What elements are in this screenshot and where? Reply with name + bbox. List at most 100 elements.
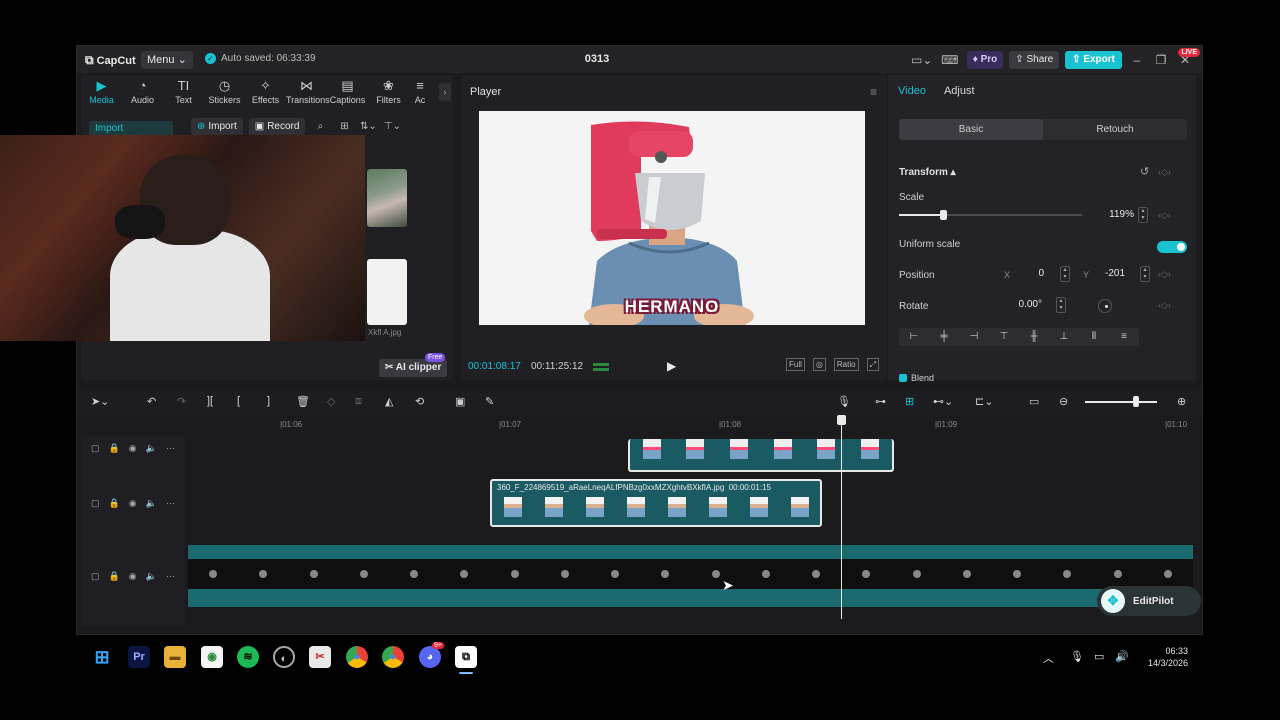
zoom-slider-handle[interactable] [1133,396,1139,407]
select-tool-icon[interactable]: ➤⌄ [91,395,109,408]
rotate-input[interactable]: 0.00° [1000,296,1042,314]
eye-icon[interactable]: ◉ [129,571,137,582]
segment-basic[interactable]: Basic [899,119,1043,140]
mirror-icon[interactable]: ◭ [385,395,393,408]
audio-icon[interactable]: 🔈 [146,498,157,509]
lock-icon[interactable]: 🔒 [109,498,120,509]
filter-icon[interactable]: ⊤⌄ [383,118,401,136]
align-bottom-icon[interactable]: ⊥ [1049,328,1079,346]
playhead[interactable] [841,419,842,619]
tab-media[interactable]: ▶ Media [81,75,122,109]
blend-section[interactable]: Blend [899,373,934,383]
playhead-handle[interactable] [837,415,846,425]
uniform-scale-toggle[interactable] [1157,241,1187,253]
segment-retouch[interactable]: Retouch [1043,119,1187,140]
export-button[interactable]: ⇧ Export [1065,50,1122,69]
rotate-dial[interactable] [1098,299,1112,313]
minimize-icon[interactable]: – [1128,53,1146,67]
tab-captions[interactable]: ▤ Captions [327,75,368,109]
play-icon[interactable]: ▶ [667,359,676,373]
align-right-icon[interactable]: ⊣ [959,328,989,346]
player-menu-icon[interactable]: ≡ [870,85,877,99]
position-x-input[interactable]: 0 [1018,265,1044,283]
undo-icon[interactable]: ↶ [147,395,156,408]
layout-icon[interactable]: ▭⌄ [911,51,933,69]
chrome-profile-icon[interactable]: ● [346,646,368,668]
caption-track-icon[interactable]: ▭ [1029,395,1039,408]
shortcuts-icon[interactable]: ⌨ [939,51,961,69]
crop-icon[interactable]: ⧈ [355,395,362,408]
position-y-input[interactable]: -201 [1096,265,1125,283]
tab-transitions[interactable]: ⋈ Transitions [286,75,330,109]
more-icon[interactable]: ⋯ [166,443,175,454]
mask-icon[interactable]: ◇ [327,395,335,408]
rotate-keyframe-icon[interactable]: ‹◇› [1158,300,1171,311]
delete-icon[interactable]: 🗑 [296,395,310,408]
record-button[interactable]: ▣ Record [248,118,306,136]
microphone-icon[interactable]: 🎙 [837,395,851,408]
lock-icon[interactable]: 🔒 [109,443,120,454]
premiere-icon[interactable]: Pr [128,646,150,668]
overlay-clip-mixer[interactable] [628,439,894,472]
align-middle-v-icon[interactable]: ╫ [1019,328,1049,346]
tab-text[interactable]: TI Text [163,75,204,109]
microphone-tray-icon[interactable]: 🎙 [1070,650,1084,663]
timeline-ruler[interactable]: |01:06 |01:07 |01:08 |01:09 |01:10 [188,416,1193,436]
scale-stepper[interactable]: ▴ ▾ [1138,207,1148,223]
main-video-track[interactable] [188,545,1193,607]
tray-chevron-icon[interactable]: ︿ [1043,650,1054,666]
trim-right-icon[interactable]: ] [267,395,270,407]
rotate-icon[interactable]: ⟲ [415,395,424,408]
snap-icon[interactable]: ⊷⌄ [933,395,953,408]
cover-icon[interactable]: ▢ [91,443,100,454]
preview-canvas[interactable]: HERMANO [479,111,865,325]
overlay-clip-image[interactable]: 360_F_224869519_aRaeLneqALfPNBzg0xxMZXgh… [490,479,822,527]
link-icon[interactable]: ⊶ [875,395,886,408]
system-clock[interactable]: 06:33 14/3/2026 [1140,645,1188,669]
zoom-slider[interactable] [1085,401,1157,403]
zoom-in-icon[interactable]: ⊕ [1177,395,1186,408]
more-icon[interactable]: ⋯ [166,571,175,582]
snapshot-icon[interactable]: ◎ [812,358,826,371]
rotate-stepper[interactable]: ▴ ▾ [1056,297,1066,313]
spotify-icon[interactable]: ≋ [237,646,259,668]
cover-icon[interactable]: ▢ [91,498,100,509]
caption-text[interactable]: HERMANO [479,297,865,317]
obs-icon[interactable]: ◐ [273,646,295,668]
align-left-icon[interactable]: ⊢ [899,328,929,346]
chrome-icon[interactable]: ● [382,646,404,668]
tab-filters[interactable]: ❀ Filters [368,75,409,109]
audio-icon[interactable]: 🔈 [146,571,157,582]
position-x-stepper[interactable]: ▴ ▾ [1060,266,1070,282]
reset-icon[interactable]: ↺ [1140,165,1149,178]
scale-slider-handle[interactable] [940,210,947,220]
eye-icon[interactable]: ◉ [129,443,137,454]
split-icon[interactable]: ][ [207,395,213,407]
blend-checkbox[interactable] [899,374,907,382]
tab-adjustment[interactable]: ≡ Ac [409,75,431,109]
app-icon[interactable]: ◉ [201,646,223,668]
media-thumbnail[interactable] [367,169,407,227]
tabs-more-icon[interactable]: › [439,83,451,101]
snipping-icon[interactable]: ✂ [309,646,331,668]
magic-icon[interactable]: ✎ [485,395,494,408]
network-icon[interactable]: ▭ [1094,650,1104,663]
sort-icon[interactable]: ⇅⌄ [359,118,377,136]
tab-audio[interactable]: ◔ Audio [122,75,163,109]
share-button[interactable]: ⇪ Share [1009,50,1060,69]
scale-value[interactable]: 119% [1096,206,1134,224]
full-quality-button[interactable]: Full [786,358,805,371]
keyframe-icon[interactable]: ‹◇› [1158,167,1171,178]
ratio-button[interactable]: Ratio [833,358,859,371]
project-title[interactable]: 0313 [577,53,617,65]
redo-icon[interactable]: ↷ [177,395,186,408]
cover-icon[interactable]: ▢ [91,571,100,582]
position-y-stepper[interactable]: ▴ ▾ [1140,266,1150,282]
eye-icon[interactable]: ◉ [129,498,137,509]
lock-icon[interactable]: 🔒 [109,571,120,582]
align-top-icon[interactable]: ⊤ [989,328,1019,346]
magnet-icon[interactable]: ⊞ [905,395,914,408]
editpilot-button[interactable]: ✥ EditPilot [1097,586,1201,616]
grid-view-icon[interactable]: ⊞ [335,118,353,136]
scale-slider[interactable] [899,210,1082,220]
